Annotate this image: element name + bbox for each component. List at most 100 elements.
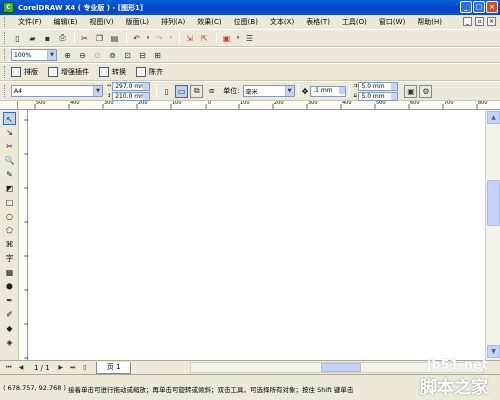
interactive-blend-tool-icon[interactable]: ⬢ <box>3 280 16 293</box>
toolbar-grip[interactable] <box>4 85 7 97</box>
redo-icon[interactable]: ↷ <box>153 32 166 45</box>
menu-bitmaps[interactable]: 位图(B) <box>228 17 264 27</box>
zoom-level-select[interactable]: 100% ▼ <box>11 49 57 61</box>
plugin-enhance-button[interactable]: 增强插件 <box>48 67 89 77</box>
copy-icon[interactable]: ❐ <box>93 32 106 45</box>
zoom-all-objects-icon[interactable]: ⊚ <box>106 49 119 62</box>
zoom-in-icon[interactable]: ⊕ <box>61 49 74 62</box>
export-icon[interactable]: ⇱ <box>198 32 211 45</box>
horizontal-ruler[interactable]: 500 400 300 200 100 0 100 200 300 400 50… <box>18 101 500 110</box>
drawing-canvas[interactable] <box>28 110 485 360</box>
ruler-origin[interactable] <box>0 101 18 110</box>
menu-edit[interactable]: 编辑(E) <box>48 17 84 27</box>
minimize-button[interactable]: _ <box>460 1 472 13</box>
open-folder-icon[interactable]: ▰ <box>26 32 39 45</box>
maximize-button[interactable]: □ <box>473 1 485 13</box>
welcome-screen-icon[interactable]: ☰ <box>243 32 256 45</box>
text-tool-icon[interactable]: 字 <box>3 252 16 265</box>
spinner-icon[interactable] <box>391 82 398 90</box>
freehand-tool-icon[interactable]: ✎ <box>3 168 16 181</box>
zoom-page-icon[interactable]: ⊡ <box>121 49 134 62</box>
save-icon[interactable]: ▪ <box>41 32 54 45</box>
print-icon[interactable]: ⎙ <box>56 32 69 45</box>
shape-tool-icon[interactable]: ↘ <box>3 126 16 139</box>
zoom-tool-icon[interactable]: 🔍 <box>3 154 16 167</box>
close-button[interactable]: × <box>486 1 498 13</box>
vertical-ruler[interactable] <box>19 110 28 360</box>
treat-as-filled-icon[interactable]: ▣ <box>404 84 418 98</box>
current-page-icon[interactable]: ⧈ <box>205 85 218 98</box>
zoom-selected-icon[interactable]: ⊙ <box>91 49 104 62</box>
doc-restore-button[interactable]: ▫ <box>475 17 484 26</box>
landscape-icon[interactable]: ▭ <box>175 84 189 98</box>
menu-view[interactable]: 视图(V) <box>83 17 119 27</box>
plugin-convert-button[interactable]: 转换 <box>99 67 126 77</box>
paper-size-select[interactable]: A4 ▼ <box>11 85 103 97</box>
menu-layout[interactable]: 版面(L) <box>120 17 155 27</box>
menu-table[interactable]: 表格(T) <box>300 17 336 27</box>
page-tab[interactable]: 页 1 <box>95 361 132 374</box>
zoom-page-height-icon[interactable]: ⊞ <box>151 49 164 62</box>
new-document-icon[interactable]: ▯ <box>11 32 24 45</box>
eyedropper-tool-icon[interactable]: ✒ <box>3 294 16 307</box>
menu-effects[interactable]: 效果(C) <box>191 17 227 27</box>
menu-window[interactable]: 窗口(W) <box>373 17 411 27</box>
duplicate-x-input[interactable]: 5.0 mm <box>358 81 399 91</box>
menu-arrange[interactable]: 排列(A) <box>155 17 191 27</box>
units-select[interactable]: 毫米 ▼ <box>242 85 295 97</box>
scroll-down-icon[interactable]: ▼ <box>487 345 500 358</box>
ellipse-tool-icon[interactable]: ○ <box>3 210 16 223</box>
duplicate-y-input[interactable]: 5.0 mm <box>358 91 399 101</box>
paste-icon[interactable]: ▤ <box>108 32 121 45</box>
last-page-icon[interactable]: ⏭ <box>68 363 78 373</box>
menu-file[interactable]: 文件(F) <box>12 17 48 27</box>
page-width-input[interactable]: 297.0 mm <box>112 81 151 91</box>
basic-shapes-tool-icon[interactable]: ⌘ <box>3 238 16 251</box>
scroll-thumb[interactable] <box>321 363 361 372</box>
crop-tool-icon[interactable]: ✂ <box>3 140 16 153</box>
spinner-icon[interactable] <box>143 92 150 100</box>
doc-minimize-button[interactable]: _ <box>463 17 472 26</box>
spinner-icon[interactable] <box>143 82 150 90</box>
toolbar-grip[interactable] <box>4 49 7 61</box>
zoom-out-icon[interactable]: ⊖ <box>76 49 89 62</box>
all-pages-icon[interactable]: ⧉ <box>190 84 204 98</box>
zoom-page-width-icon[interactable]: ⊟ <box>136 49 149 62</box>
spinner-icon[interactable] <box>391 92 398 100</box>
page-height-input[interactable]: 210.0 mm <box>112 91 151 101</box>
outline-tool-icon[interactable]: ✐ <box>3 308 16 321</box>
interactive-fill-tool-icon[interactable]: ◈ <box>3 336 16 349</box>
menu-text[interactable]: 文本(X) <box>264 17 300 27</box>
menu-help[interactable]: 帮助(H) <box>411 17 448 27</box>
polygon-tool-icon[interactable]: ⬠ <box>3 224 16 237</box>
fill-tool-icon[interactable]: ◆ <box>3 322 16 335</box>
rectangle-tool-icon[interactable]: □ <box>3 196 16 209</box>
vertical-scrollbar[interactable]: ▲ ▼ <box>485 110 500 360</box>
options-icon[interactable]: ⚙ <box>419 84 433 98</box>
cut-icon[interactable]: ✂ <box>78 32 91 45</box>
undo-dropdown-icon[interactable]: ▾ <box>145 32 151 45</box>
next-page-icon[interactable]: ▶ <box>56 363 66 373</box>
pick-tool-icon[interactable]: ↖ <box>3 112 16 125</box>
menu-tools[interactable]: 工具(O) <box>336 17 373 27</box>
table-tool-icon[interactable]: ▦ <box>3 266 16 279</box>
undo-icon[interactable]: ↶ <box>130 32 143 45</box>
import-icon[interactable]: ⇲ <box>183 32 196 45</box>
previous-page-icon[interactable]: ◀ <box>16 363 26 373</box>
plugin-typeset-button[interactable]: 排版 <box>11 67 38 77</box>
scroll-thumb[interactable] <box>487 180 500 226</box>
application-launcher-icon[interactable]: ▣ <box>220 32 233 45</box>
launcher-dropdown-icon[interactable]: ▾ <box>235 32 241 45</box>
redo-dropdown-icon[interactable]: ▾ <box>168 32 174 45</box>
plugin-align-button[interactable]: 陈齐 <box>136 67 163 77</box>
toolbar-grip[interactable] <box>4 32 7 44</box>
nudge-distance-input[interactable]: .1 mm <box>310 85 347 97</box>
toolbar-grip[interactable] <box>4 66 7 78</box>
first-page-icon[interactable]: ⏮ <box>4 363 14 373</box>
portrait-icon[interactable]: ▯ <box>160 85 173 98</box>
smart-fill-tool-icon[interactable]: ◩ <box>3 182 16 195</box>
doc-close-button[interactable]: × <box>487 17 496 26</box>
menu-grip[interactable] <box>4 17 7 27</box>
add-page-icon[interactable]: ▯ <box>80 363 90 373</box>
spinner-icon[interactable] <box>339 86 346 94</box>
